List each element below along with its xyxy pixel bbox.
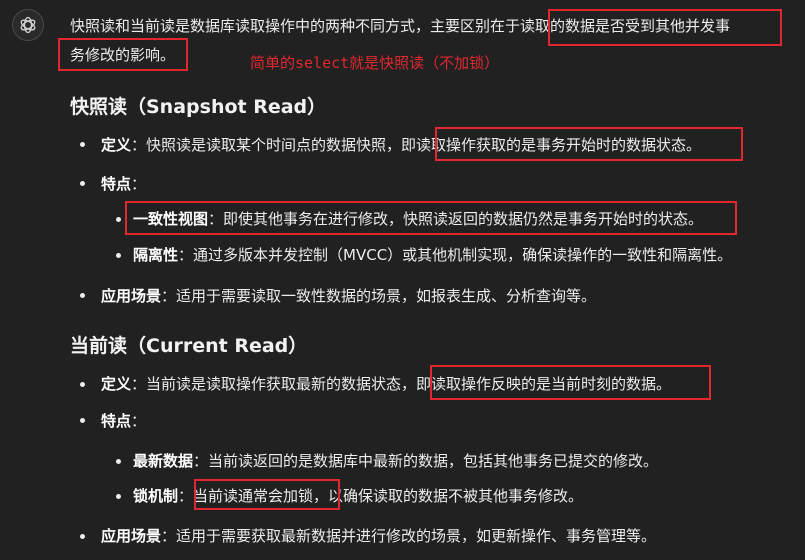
- highlight-box-snapshot-consistency: [125, 201, 737, 235]
- bullet-dot: [80, 142, 85, 147]
- openai-logo-icon: [20, 16, 36, 34]
- bullet-dot: [80, 181, 85, 186]
- bullet-dot: [80, 418, 85, 423]
- highlight-box-current-definition: [430, 365, 711, 400]
- current-heading: 当前读（Current Read）: [70, 335, 308, 357]
- snapshot-features: 特点：: [101, 175, 147, 193]
- snapshot-features-label: 特点: [101, 175, 132, 193]
- assistant-avatar: [12, 9, 44, 41]
- snapshot-definition-label: 定义: [101, 136, 132, 154]
- highlight-box-current-lock: [194, 479, 340, 510]
- bullet-dot: [80, 382, 85, 387]
- current-feature-latest: 最新数据：当前读返回的是数据库中最新的数据，包括其他事务已提交的修改。: [133, 452, 659, 470]
- snapshot-heading: 快照读（Snapshot Read）: [70, 96, 327, 118]
- snapshot-usage: 应用场景：适用于需要读取一致性数据的场景，如报表生成、分析查询等。: [101, 287, 597, 305]
- current-features: 特点：: [101, 412, 147, 430]
- highlight-box-intro-b: [58, 38, 188, 71]
- bullet-dot: [80, 293, 85, 298]
- bullet-dot: [116, 217, 121, 222]
- current-usage: 应用场景：适用于需要获取最新数据并进行修改的场景，如更新操作、事务管理等。: [101, 527, 657, 545]
- bullet-dot: [80, 534, 85, 539]
- highlight-box-intro-a: [548, 9, 782, 46]
- highlight-box-snapshot-definition: [435, 127, 743, 161]
- annotation-note: 简单的select就是快照读（不加锁）: [250, 54, 500, 72]
- bullet-dot: [116, 494, 121, 499]
- bullet-dot: [116, 253, 121, 258]
- bullet-dot: [116, 459, 121, 464]
- snapshot-feature-isolation: 隔离性：通过多版本并发控制（MVCC）或其他机制实现，确保读操作的一致性和隔离性…: [133, 246, 733, 264]
